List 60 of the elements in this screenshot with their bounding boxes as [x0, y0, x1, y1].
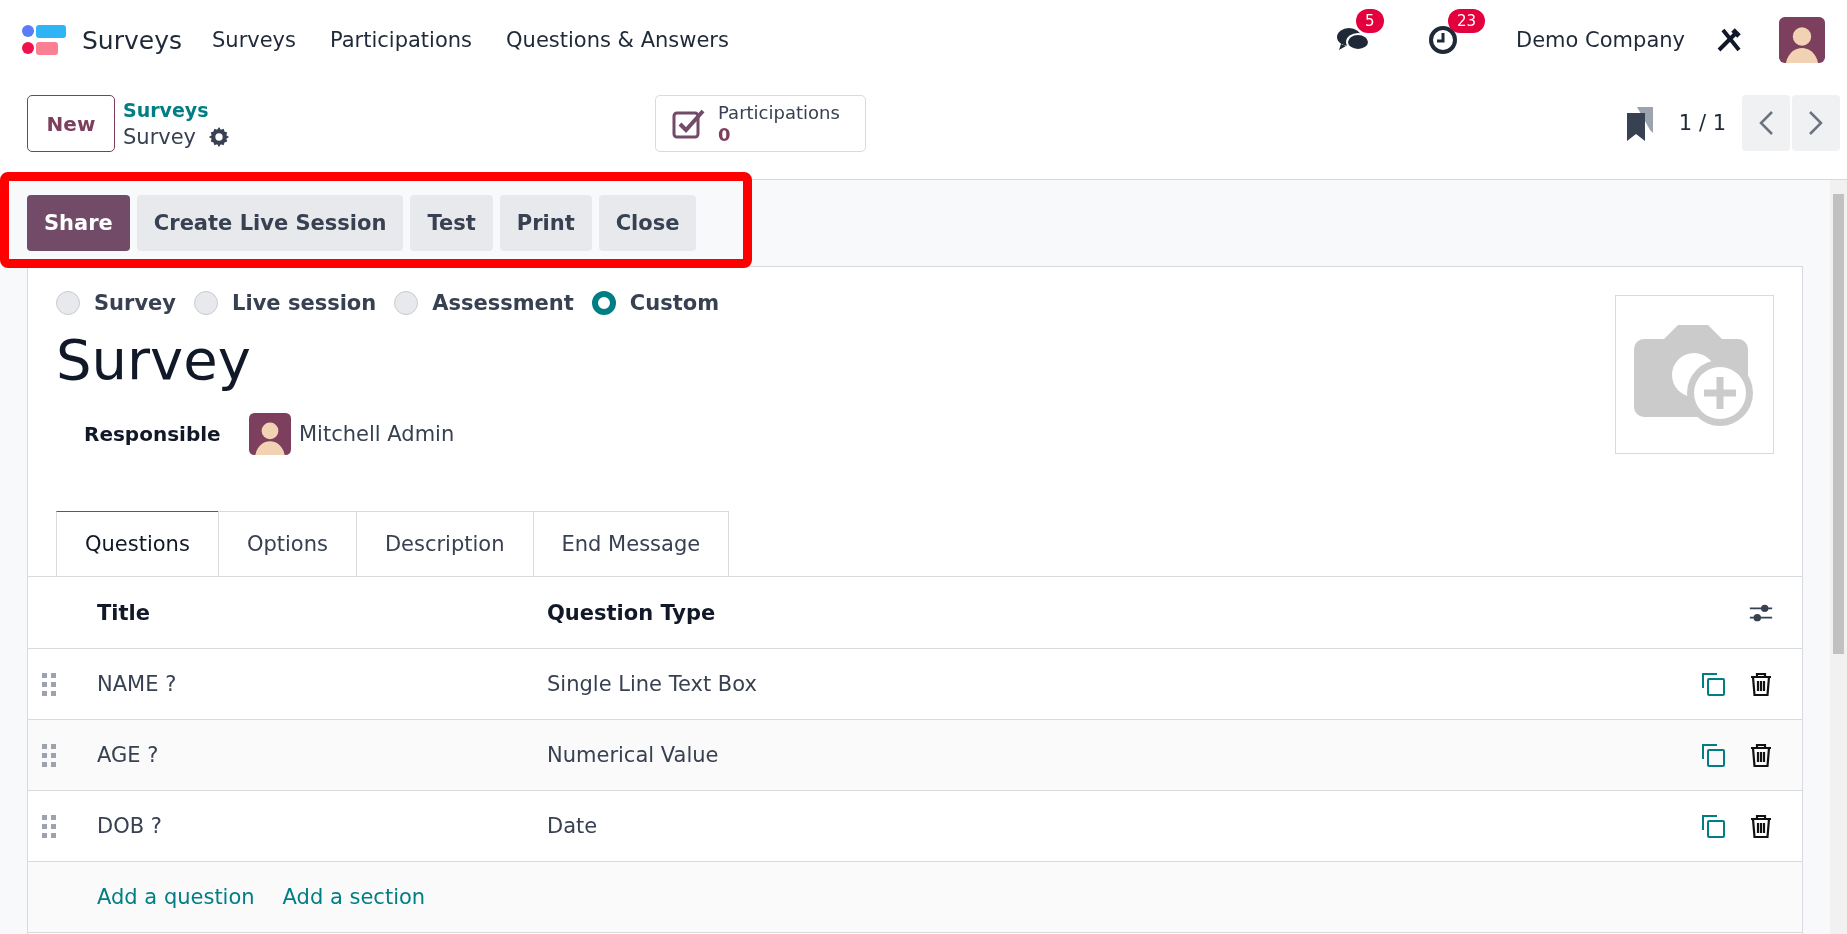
- table-cell: NAME ?: [96, 648, 546, 720]
- table-cell: Date: [546, 790, 1336, 862]
- pager-counter[interactable]: 1 / 1: [1678, 111, 1726, 135]
- notification-badge: 23: [1448, 9, 1486, 33]
- trash-icon[interactable]: [1748, 742, 1774, 768]
- clock-icon[interactable]: [1428, 25, 1458, 55]
- radio-label[interactable]: Survey: [94, 291, 177, 315]
- add-link[interactable]: Add a section: [282, 885, 426, 909]
- app-name: Surveys: [82, 25, 182, 55]
- action-button[interactable]: Close: [598, 195, 697, 251]
- radio-label[interactable]: Custom: [629, 291, 720, 315]
- action-button[interactable]: Share: [27, 195, 130, 251]
- drag-handle-icon[interactable]: [42, 743, 56, 768]
- tools-icon[interactable]: [1715, 26, 1743, 54]
- menu-item[interactable]: Participations: [330, 28, 473, 52]
- radio-label[interactable]: Assessment: [432, 291, 574, 315]
- user-avatar: [1779, 17, 1825, 63]
- scrollbar-thumb[interactable]: [1833, 194, 1844, 654]
- radio-button[interactable]: [591, 291, 616, 315]
- chevron-right-icon: [1807, 110, 1825, 136]
- trash-icon[interactable]: [1748, 813, 1774, 839]
- table-cell: Numerical Value: [546, 719, 1336, 791]
- trash-icon[interactable]: [1748, 671, 1774, 697]
- app-logo[interactable]: [22, 23, 68, 57]
- company-name[interactable]: Demo Company: [1516, 28, 1685, 52]
- copy-icon[interactable]: [1700, 671, 1726, 697]
- radio-label[interactable]: Live session: [232, 291, 377, 315]
- notification-badge: 5: [1356, 9, 1384, 33]
- stat-label: Participations: [718, 101, 840, 124]
- drag-handle-icon[interactable]: [42, 672, 56, 697]
- tab[interactable]: Questions: [56, 511, 219, 576]
- menu-item[interactable]: Surveys: [212, 28, 296, 52]
- field-label: Responsible: [84, 422, 222, 446]
- new-button[interactable]: New: [27, 95, 115, 152]
- chevron-left-icon: [1757, 110, 1775, 136]
- action-button[interactable]: Test: [410, 195, 493, 251]
- user-avatar: [249, 413, 291, 455]
- menu-item[interactable]: Questions & Answers: [506, 28, 729, 52]
- tab[interactable]: End Message: [532, 511, 730, 576]
- previous-button[interactable]: [1742, 95, 1790, 151]
- stat-value: 0: [718, 123, 731, 146]
- settings-icon[interactable]: [208, 126, 231, 148]
- column-header[interactable]: Question Type: [546, 576, 1336, 649]
- action-button[interactable]: Print: [499, 195, 592, 251]
- table-cell: Single Line Text Box: [546, 648, 1336, 720]
- breadcrumb-link[interactable]: Surveys: [123, 99, 231, 121]
- action-button[interactable]: Create Live Session: [136, 195, 404, 251]
- add-link[interactable]: Add a question: [97, 885, 255, 909]
- breadcrumb-current: Survey: [123, 125, 197, 149]
- copy-icon[interactable]: [1700, 813, 1726, 839]
- participations-stat-button[interactable]: Participations 0: [655, 95, 867, 152]
- drag-handle-icon[interactable]: [42, 814, 56, 839]
- responsible-field[interactable]: Mitchell Admin: [299, 422, 455, 446]
- survey-title[interactable]: Survey: [56, 325, 1615, 395]
- copy-icon[interactable]: [1700, 742, 1726, 768]
- table-cell: DOB ?: [96, 790, 546, 862]
- next-button[interactable]: [1792, 95, 1840, 151]
- column-header[interactable]: Title: [96, 576, 546, 649]
- bookmark-icon[interactable]: [1624, 105, 1655, 141]
- table-cell: AGE ?: [96, 719, 546, 791]
